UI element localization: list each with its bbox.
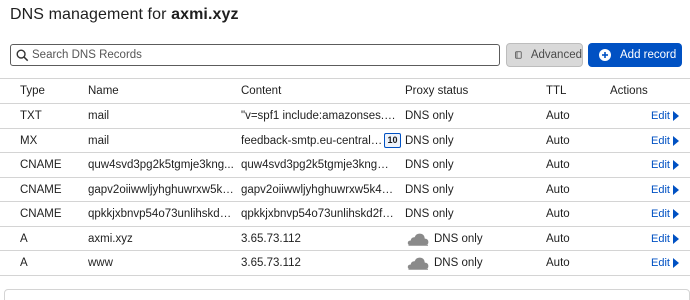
record-name: gapv2oiiwwljyhghuwrxw5k4... bbox=[88, 183, 234, 196]
advanced-button-label: Advanced bbox=[530, 49, 582, 61]
column-header-type[interactable]: Type bbox=[20, 85, 80, 97]
record-content: 3.65.73.112 bbox=[241, 232, 301, 245]
search-box[interactable] bbox=[10, 44, 500, 66]
book-icon bbox=[515, 51, 522, 59]
record-type: A bbox=[20, 257, 28, 269]
table-row[interactable]: CNAME qpkkjxbnvp54o73unlihskd2f... qpkkj… bbox=[0, 202, 690, 227]
edit-button[interactable]: Edit bbox=[651, 110, 679, 122]
record-name: axmi.xyz bbox=[88, 232, 133, 245]
proxy-status: DNS only bbox=[434, 257, 483, 269]
edit-button-label: Edit bbox=[651, 208, 670, 220]
edit-button-label: Edit bbox=[651, 159, 670, 171]
plus-circle-icon bbox=[599, 49, 611, 61]
priority-badge: 10 bbox=[384, 132, 401, 148]
record-content: quw4svd3pg2k5tgmje3kngmtb... bbox=[241, 159, 396, 171]
proxy-status: DNS only bbox=[405, 159, 454, 171]
cloud-icon bbox=[407, 257, 429, 270]
record-type: CNAME bbox=[20, 208, 62, 220]
edit-button-label: Edit bbox=[651, 110, 670, 122]
caret-right-icon bbox=[672, 258, 679, 268]
proxy-status: DNS only bbox=[405, 110, 454, 122]
record-ttl: Auto bbox=[546, 208, 570, 220]
record-type: A bbox=[20, 232, 28, 245]
advanced-button[interactable]: Advanced bbox=[506, 43, 583, 67]
record-ttl: Auto bbox=[546, 232, 570, 245]
edit-button[interactable]: Edit bbox=[651, 233, 679, 245]
edit-button[interactable]: Edit bbox=[651, 135, 679, 147]
record-content: gapv2oiiwwljyhghuwrxw5k45si... bbox=[241, 183, 396, 196]
page-title-prefix: DNS management for bbox=[10, 6, 167, 23]
add-record-button-label: Add record bbox=[620, 49, 677, 61]
record-name: qpkkjxbnvp54o73unlihskd2f... bbox=[88, 208, 234, 220]
caret-right-icon bbox=[672, 209, 679, 219]
table-row[interactable]: TXT mail "v=spf1 include:amazonses.co...… bbox=[0, 104, 690, 129]
toolbar: Advanced Add record bbox=[10, 43, 682, 67]
record-name: www bbox=[88, 257, 113, 269]
proxy-status: DNS only bbox=[434, 232, 483, 245]
record-name: quw4svd3pg2k5tgmje3kng... bbox=[88, 159, 234, 171]
add-record-button[interactable]: Add record bbox=[588, 43, 682, 67]
page-title-domain: axmi.xyz bbox=[171, 6, 239, 23]
record-name: mail bbox=[88, 134, 110, 147]
record-type: MX bbox=[20, 134, 38, 147]
edit-button-label: Edit bbox=[651, 257, 670, 269]
record-type: CNAME bbox=[20, 183, 62, 196]
table-row[interactable]: CNAME gapv2oiiwwljyhghuwrxw5k4... gapv2o… bbox=[0, 178, 690, 202]
column-header-content[interactable]: Content bbox=[241, 85, 396, 97]
edit-button-label: Edit bbox=[651, 232, 670, 245]
page-title: DNS management for axmi.xyz bbox=[10, 6, 239, 24]
record-content: qpkkjxbnvp54o73unlihskd2fq6... bbox=[241, 208, 396, 220]
table-row[interactable]: A axmi.xyz 3.65.73.112 DNS only Auto Edi… bbox=[0, 227, 690, 251]
edit-button-label: Edit bbox=[651, 183, 670, 196]
column-header-proxy-status[interactable]: Proxy status bbox=[405, 85, 525, 97]
table-row[interactable]: MX mail feedback-smtp.eu-central-1.... 1… bbox=[0, 129, 690, 153]
search-icon bbox=[16, 49, 29, 62]
cloud-icon bbox=[407, 233, 429, 246]
edit-button[interactable]: Edit bbox=[651, 208, 679, 220]
table-row[interactable]: CNAME quw4svd3pg2k5tgmje3kng... quw4svd3… bbox=[0, 153, 690, 178]
edit-button-label: Edit bbox=[651, 134, 670, 147]
caret-right-icon bbox=[672, 184, 679, 195]
edit-button[interactable]: Edit bbox=[651, 257, 679, 269]
proxy-status: DNS only bbox=[405, 183, 454, 196]
column-header-ttl[interactable]: TTL bbox=[546, 85, 596, 97]
column-header-actions: Actions bbox=[610, 85, 648, 97]
caret-right-icon bbox=[672, 160, 679, 170]
caret-right-icon bbox=[672, 233, 679, 244]
dns-records-table: Type Name Content Proxy status TTL Actio… bbox=[0, 78, 690, 276]
record-ttl: Auto bbox=[546, 110, 570, 122]
record-type: CNAME bbox=[20, 159, 62, 171]
table-header-row: Type Name Content Proxy status TTL Actio… bbox=[0, 79, 690, 104]
record-ttl: Auto bbox=[546, 183, 570, 196]
table-row[interactable]: A www 3.65.73.112 DNS only Auto Edit bbox=[0, 251, 690, 276]
caret-right-icon bbox=[672, 111, 679, 121]
record-content: 3.65.73.112 bbox=[241, 257, 301, 269]
record-ttl: Auto bbox=[546, 134, 570, 147]
proxy-status: DNS only bbox=[405, 134, 454, 147]
edit-button[interactable]: Edit bbox=[651, 184, 679, 196]
caret-right-icon bbox=[672, 135, 679, 146]
column-header-name[interactable]: Name bbox=[88, 85, 234, 97]
record-content: "v=spf1 include:amazonses.co... bbox=[241, 110, 396, 122]
record-name: mail bbox=[88, 110, 110, 122]
search-input[interactable] bbox=[32, 47, 492, 63]
record-type: TXT bbox=[20, 110, 42, 122]
proxy-status: DNS only bbox=[405, 208, 454, 220]
next-card-edge bbox=[4, 289, 690, 300]
edit-button[interactable]: Edit bbox=[651, 159, 679, 171]
record-ttl: Auto bbox=[546, 159, 570, 171]
record-ttl: Auto bbox=[546, 257, 570, 269]
record-content: feedback-smtp.eu-central-1.... bbox=[241, 134, 384, 147]
